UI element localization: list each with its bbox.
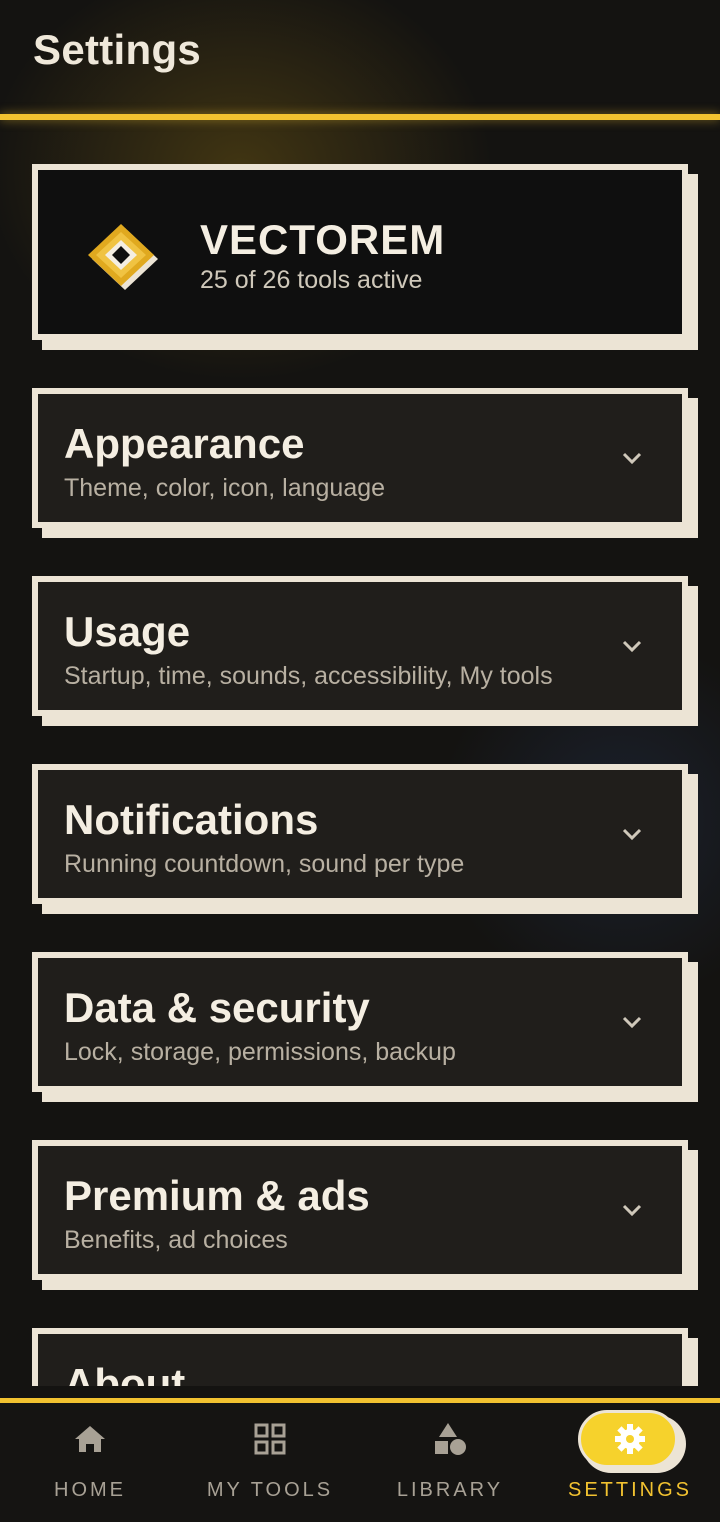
chevron-down-icon[interactable] bbox=[618, 820, 646, 848]
chevron-down-icon[interactable] bbox=[618, 1008, 646, 1036]
section-usage[interactable]: Usage Startup, time, sounds, accessibili… bbox=[32, 576, 698, 726]
section-title: Appearance bbox=[64, 420, 305, 467]
nav-home[interactable]: HOME bbox=[0, 1403, 180, 1522]
chevron-down-icon[interactable] bbox=[618, 632, 646, 660]
section-title: Usage bbox=[64, 608, 191, 655]
chevron-down-icon[interactable] bbox=[618, 1196, 646, 1224]
section-title: Notifications bbox=[64, 796, 319, 843]
tools-active-count: 25 of 26 tools active bbox=[200, 266, 423, 294]
section-premium-ads[interactable]: Premium & ads Benefits, ad choices bbox=[32, 1140, 698, 1290]
nav-label: MY TOOLS bbox=[206, 1479, 334, 1501]
nav-label: HOME bbox=[54, 1479, 126, 1501]
nav-label: LIBRARY bbox=[396, 1479, 504, 1501]
nav-my-tools[interactable]: MY TOOLS bbox=[180, 1403, 360, 1522]
section-subtitle: Theme, color, icon, language bbox=[64, 474, 386, 502]
section-appearance[interactable]: Appearance Theme, color, icon, language bbox=[32, 388, 698, 538]
brand-name: VECTOREM bbox=[200, 216, 446, 263]
section-subtitle: Running countdown, sound per type bbox=[64, 850, 465, 878]
brand-card[interactable]: VECTOREM 25 of 26 tools active bbox=[32, 164, 698, 350]
bottom-nav: HOME MY TOOLS LIBRARY SETTINGS bbox=[0, 1403, 720, 1522]
section-notifications[interactable]: Notifications Running countdown, sound p… bbox=[32, 764, 698, 914]
app-header: Settings bbox=[0, 0, 720, 120]
section-subtitle: Lock, storage, permissions, backup bbox=[64, 1038, 456, 1066]
section-title: Data & security bbox=[64, 984, 370, 1031]
section-subtitle: Startup, time, sounds, accessibility, My… bbox=[64, 662, 553, 690]
section-title: About bbox=[64, 1360, 186, 1386]
gear-icon bbox=[615, 1424, 645, 1454]
nav-library[interactable]: LIBRARY bbox=[360, 1403, 540, 1522]
home-icon bbox=[75, 1426, 105, 1452]
grid-icon bbox=[254, 1423, 286, 1455]
settings-list[interactable]: VECTOREM 25 of 26 tools active Appearanc… bbox=[0, 120, 720, 1386]
page-title: Settings bbox=[33, 26, 202, 73]
section-title: Premium & ads bbox=[64, 1172, 370, 1219]
section-about[interactable]: About bbox=[32, 1328, 698, 1386]
shapes-icon bbox=[435, 1423, 466, 1455]
section-subtitle: Benefits, ad choices bbox=[64, 1226, 288, 1254]
section-data-security[interactable]: Data & security Lock, storage, permissio… bbox=[32, 952, 698, 1102]
nav-settings[interactable]: SETTINGS bbox=[540, 1403, 720, 1522]
chevron-down-icon[interactable] bbox=[618, 444, 646, 472]
vectorem-logo-icon bbox=[88, 224, 158, 290]
nav-label: SETTINGS bbox=[567, 1479, 692, 1501]
